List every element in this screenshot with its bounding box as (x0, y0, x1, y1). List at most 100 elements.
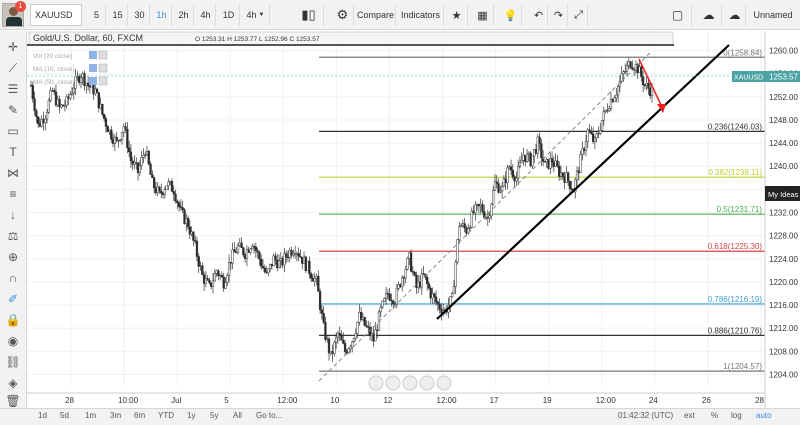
study-settings-icon[interactable] (89, 64, 97, 72)
my-ideas-button[interactable]: My Ideas (765, 186, 800, 201)
interval-4h[interactable]: 4h (196, 4, 216, 26)
zoom-icon[interactable]: ⊕ (4, 249, 22, 265)
star-icon[interactable]: ★ (446, 4, 468, 26)
percent-toggle[interactable]: % (711, 411, 718, 420)
candle-body (140, 157, 143, 166)
range-ytd[interactable]: YTD (158, 411, 174, 420)
candle-body (338, 332, 341, 336)
candle-body (631, 67, 634, 70)
price-tick-label: 1260.00 (769, 47, 798, 56)
arrow-down-icon[interactable]: ↓ (4, 207, 22, 223)
ruler-icon[interactable]: ⚖ (4, 228, 22, 244)
candle-body (297, 253, 300, 257)
magnet-icon[interactable]: ∩ (4, 270, 22, 286)
crosshair-icon[interactable]: ✛ (4, 39, 22, 55)
interval-15[interactable]: 15 (108, 4, 128, 26)
bar-style-icon[interactable]: ▮▯ (294, 4, 324, 26)
candle-body (86, 82, 90, 87)
candle-body (550, 158, 554, 163)
candle-body (593, 137, 597, 142)
undo-icon[interactable]: ↶ (530, 4, 548, 26)
templates-icon[interactable]: ▦ (472, 4, 494, 26)
range-6m[interactable]: 6m (134, 411, 145, 420)
candle-body (81, 73, 84, 78)
interval-dropdown[interactable]: 4h ▼ (242, 4, 270, 26)
chart-nav-controls[interactable] (368, 375, 452, 391)
trendline-icon[interactable]: ⟋ (4, 60, 22, 76)
interval-30[interactable]: 30 (130, 4, 150, 26)
notification-badge[interactable]: 1 (15, 1, 26, 12)
layers-icon[interactable]: ◈ (4, 375, 22, 391)
interval-5[interactable]: 5 (88, 4, 106, 26)
candle-body (351, 341, 354, 348)
interval-1d[interactable]: 1D (218, 4, 240, 26)
candle-body (436, 301, 440, 305)
price-chart[interactable]: 0(1258.84) 0.236(1246.03) 0.382(1238.11) 0.… (27, 31, 800, 408)
candle-body (63, 104, 67, 107)
interval-1h[interactable]: 1h (152, 4, 172, 26)
study-settings-icon[interactable] (89, 51, 97, 59)
layout-name-button[interactable]: Unnamed (748, 4, 798, 26)
link-icon[interactable]: ⛓ (4, 354, 22, 370)
trash-icon[interactable]: 🗑 (4, 393, 22, 409)
drawing-mode-icon[interactable]: ✐ (4, 291, 22, 307)
candle-body (85, 82, 88, 87)
redo-icon[interactable]: ↷ (550, 4, 568, 26)
time-tick-label: 26 (702, 396, 711, 405)
indicators-button[interactable]: Indicators (398, 4, 444, 26)
candle-body (517, 166, 520, 179)
upload-icon[interactable]: ☁ (724, 4, 746, 26)
candle-body (595, 133, 598, 139)
candle-body (101, 103, 104, 115)
compare-button[interactable]: Compare (356, 4, 396, 26)
candle-body (229, 262, 233, 264)
log-toggle[interactable]: log (731, 411, 742, 420)
candle-body (615, 94, 618, 99)
text-icon[interactable]: T (4, 144, 22, 160)
gear-icon[interactable]: ⚙ (332, 4, 354, 26)
fib-lines-icon[interactable]: ☰ (4, 81, 22, 97)
lightbulb-icon[interactable]: 💡 (500, 4, 522, 26)
rectangle-icon[interactable]: ▭ (4, 123, 22, 139)
scroll-left-icon[interactable] (402, 375, 418, 391)
range-1y[interactable]: 1y (187, 411, 195, 420)
snapshot-icon[interactable]: ▢ (664, 4, 692, 26)
study-vol[interactable]: Vol (20 close) (33, 53, 72, 60)
interval-2h[interactable]: 2h (174, 4, 194, 26)
study-ma10[interactable]: MA (10, close) (33, 66, 75, 73)
range-1m[interactable]: 1m (85, 411, 96, 420)
ext-toggle[interactable]: ext (684, 411, 695, 420)
range-all[interactable]: All (233, 411, 242, 420)
candle-body (113, 136, 117, 144)
candle-body (331, 351, 334, 354)
study-ma50[interactable]: MA (50, close) (33, 79, 75, 86)
range-1d[interactable]: 1d (38, 411, 47, 420)
lock-icon[interactable]: 🔒 (4, 312, 22, 328)
scroll-right-icon[interactable] (419, 375, 435, 391)
range-5d[interactable]: 5d (60, 411, 69, 420)
range-5y[interactable]: 5y (210, 411, 218, 420)
zoom-out-icon[interactable] (368, 375, 384, 391)
goto-button[interactable]: Go to... (256, 411, 282, 420)
visibility-icon[interactable]: ◉ (4, 333, 22, 349)
candle-body (133, 162, 136, 165)
symbol-search-input[interactable]: XAUUSD (30, 4, 82, 26)
range-3m[interactable]: 3m (110, 411, 121, 420)
study-settings-icon[interactable] (89, 77, 97, 85)
top-toolbar: 1 XAUUSD 5 15 30 1h 2h 4h 1D 4h ▼ ▮▯ ⚙ Co… (0, 0, 800, 30)
candle-body (624, 70, 627, 73)
pen-icon[interactable]: ✎ (4, 102, 22, 118)
candle-body (220, 274, 224, 278)
pattern-icon[interactable]: ⋈ (4, 165, 22, 181)
candle-body (267, 268, 270, 273)
cloud-icon[interactable]: ☁ (696, 4, 722, 26)
candle-body (395, 288, 398, 305)
candle-body (167, 181, 170, 186)
fib-channel-icon[interactable]: ≡ (4, 186, 22, 202)
candle-body (625, 65, 629, 72)
auto-toggle[interactable]: auto (756, 411, 772, 420)
fullscreen-icon[interactable]: ⤢ (570, 4, 588, 26)
zoom-in-icon[interactable] (385, 375, 401, 391)
candle-body (70, 92, 74, 95)
reset-icon[interactable] (436, 375, 452, 391)
